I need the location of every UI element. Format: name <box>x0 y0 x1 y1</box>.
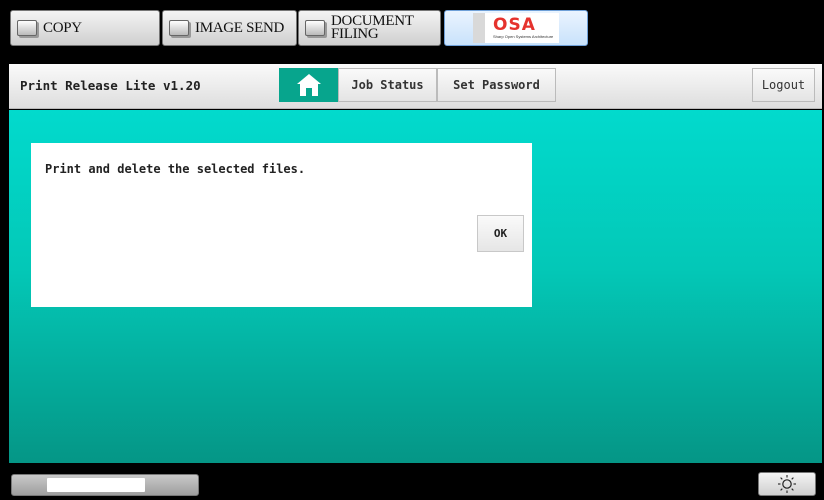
ok-label: OK <box>493 227 508 240</box>
brightness-button[interactable] <box>758 472 816 496</box>
sun-icon <box>778 475 796 493</box>
ok-button[interactable]: OK <box>477 215 524 252</box>
job-status-button[interactable]: Job Status <box>338 68 437 102</box>
status-bar <box>0 463 824 500</box>
dialog-message: Print and delete the selected files. <box>45 162 306 176</box>
osa-logo-subtitle: Sharp Open Systems Architecture <box>493 34 554 39</box>
app-title: Print Release Lite v1.20 <box>20 78 201 93</box>
home-icon <box>297 74 321 96</box>
progress-fill <box>47 478 145 492</box>
tab-copy[interactable]: COPY <box>10 10 160 46</box>
set-password-button[interactable]: Set Password <box>437 68 556 102</box>
osa-logo-text: OSA <box>493 15 536 35</box>
home-button[interactable] <box>279 68 339 102</box>
tab-image-send[interactable]: IMAGE SEND <box>162 10 297 46</box>
tab-document-filing[interactable]: DOCUMENT FILING <box>298 10 441 46</box>
app-header: Print Release Lite v1.20 Job Status Set … <box>9 64 822 109</box>
copy-icon <box>17 20 37 36</box>
confirm-dialog: Print and delete the selected files. OK <box>31 143 532 307</box>
job-status-label: Job Status <box>351 78 424 92</box>
document-filing-icon <box>305 20 325 36</box>
image-send-icon <box>169 20 189 36</box>
logout-button[interactable]: Logout <box>752 68 815 102</box>
logout-label: Logout <box>761 78 806 92</box>
tab-osa[interactable]: OSA Sharp Open Systems Architecture <box>444 10 588 46</box>
set-password-label: Set Password <box>453 78 540 92</box>
progress-indicator <box>11 474 199 496</box>
tab-copy-label: COPY <box>43 19 82 36</box>
main-panel: Print and delete the selected files. OK <box>9 110 822 463</box>
osa-logo: OSA Sharp Open Systems Architecture <box>473 13 559 43</box>
tab-image-send-label: IMAGE SEND <box>195 19 285 36</box>
tab-document-filing-label: DOCUMENT FILING <box>331 14 414 42</box>
mode-tab-bar: COPY IMAGE SEND DOCUMENT FILING OSA Shar… <box>0 0 824 53</box>
tab-document-filing-label-line2: FILING <box>331 26 379 42</box>
